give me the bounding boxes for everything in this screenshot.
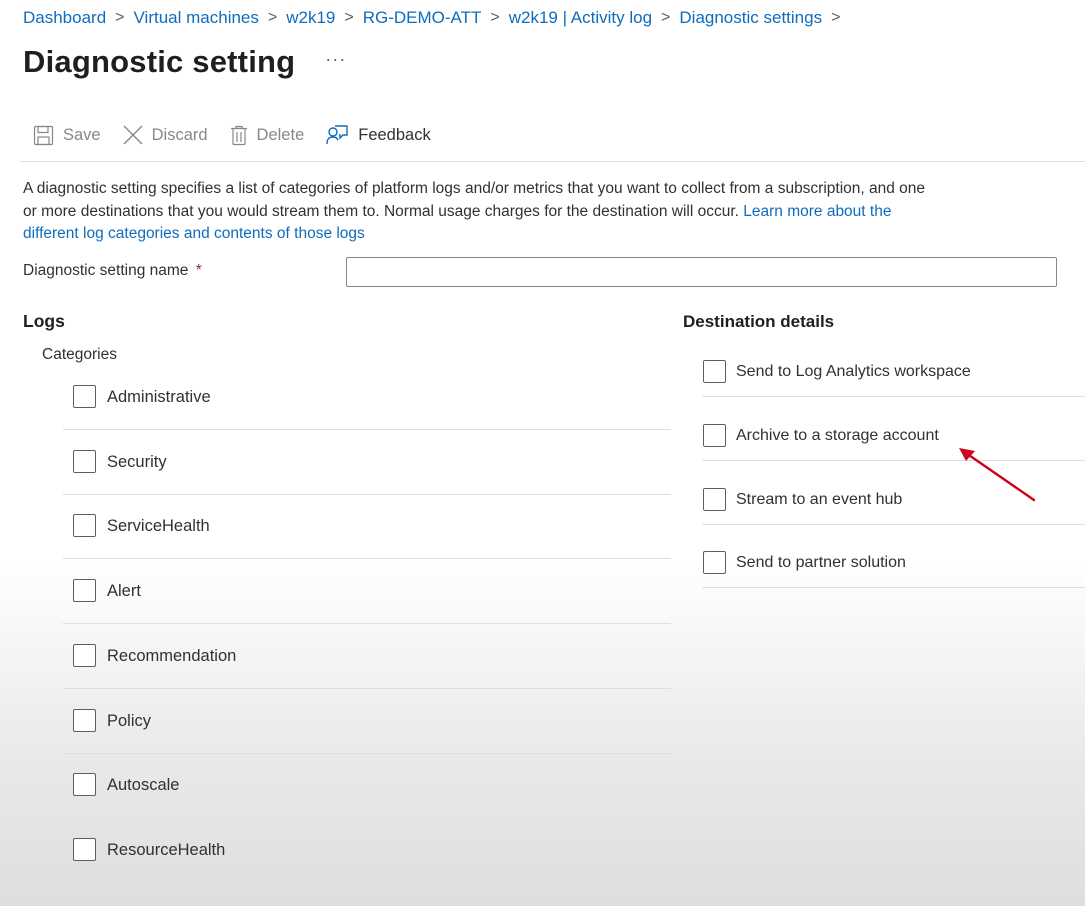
discard-button[interactable]: Discard — [123, 125, 208, 145]
category-label: Security — [107, 452, 167, 471]
categories-label: Categories — [42, 346, 117, 363]
row-divider — [63, 881, 671, 883]
feedback-icon — [326, 125, 348, 145]
row-divider — [702, 523, 1085, 525]
destination-checkbox[interactable] — [703, 487, 726, 511]
category-checkbox[interactable] — [73, 837, 96, 861]
toolbar-divider — [20, 161, 1085, 162]
chevron-right-icon: > — [115, 9, 125, 26]
breadcrumb-virtual-machines[interactable]: Virtual machines — [134, 8, 259, 28]
setting-name-label: Diagnostic setting name * — [23, 262, 202, 280]
feedback-button[interactable]: Feedback — [326, 124, 431, 146]
row-divider — [702, 396, 1085, 397]
category-label: Administrative — [107, 388, 211, 406]
chevron-right-icon: > — [490, 9, 500, 26]
category-row[interactable]: Recommendation — [0, 624, 700, 689]
destination-row[interactable]: Send to Log Analytics workspace — [702, 340, 1085, 404]
trash-icon — [230, 125, 247, 145]
breadcrumb-diagnostic-settings[interactable]: Diagnostic settings — [679, 8, 822, 28]
close-icon — [123, 125, 143, 145]
destination-label: Send to partner solution — [736, 554, 906, 572]
category-label: ResourceHealth — [107, 840, 226, 859]
setting-name-label-text: Diagnostic setting name — [23, 262, 189, 279]
required-marker: * — [195, 262, 202, 279]
category-row[interactable]: Autoscale — [0, 753, 700, 819]
category-row[interactable]: Policy — [0, 689, 700, 754]
save-button[interactable]: Save — [33, 125, 101, 146]
delete-label: Delete — [256, 125, 305, 144]
command-bar: Save Discard Delete Feedback — [33, 124, 453, 146]
chevron-right-icon: > — [344, 9, 354, 26]
breadcrumb-vm[interactable]: w2k19 — [286, 8, 335, 28]
destination-label: Stream to an event hub — [736, 490, 903, 508]
annotation-arrow — [959, 448, 1036, 502]
description: A diagnostic setting specifies a list of… — [23, 178, 933, 246]
destination-row[interactable]: Send to partner solution — [702, 531, 1085, 595]
title-row: Diagnostic setting ··· — [23, 44, 346, 80]
logs-heading: Logs — [23, 311, 65, 331]
chevron-right-icon: > — [267, 9, 278, 26]
category-label: Policy — [107, 711, 152, 730]
chevron-right-icon: > — [831, 9, 841, 26]
category-checkbox[interactable] — [73, 579, 96, 603]
destination-checkbox[interactable] — [703, 551, 726, 575]
destination-label: Send to Log Analytics workspace — [736, 363, 971, 380]
category-checkbox[interactable] — [73, 643, 96, 667]
row-divider — [702, 587, 1085, 589]
destination-checkbox[interactable] — [703, 423, 726, 447]
category-row[interactable]: ResourceHealth — [0, 818, 700, 883]
delete-button[interactable]: Delete — [230, 125, 305, 146]
category-label: ServiceHealth — [107, 517, 210, 536]
category-checkbox[interactable] — [73, 385, 96, 408]
breadcrumb: Dashboard > Virtual machines > w2k19 > R… — [23, 8, 849, 28]
category-label: Recommendation — [107, 646, 237, 665]
destination-label: Archive to a storage account — [736, 426, 939, 444]
breadcrumb-activity-log[interactable]: w2k19 | Activity log — [509, 8, 652, 28]
category-row[interactable]: Alert — [0, 559, 700, 625]
save-label: Save — [63, 125, 101, 144]
breadcrumb-dashboard[interactable]: Dashboard — [23, 8, 106, 28]
category-label: Alert — [107, 582, 141, 601]
category-checkbox[interactable] — [73, 514, 96, 538]
save-icon — [33, 125, 54, 145]
destination-heading: Destination details — [683, 312, 835, 331]
category-row[interactable]: ServiceHealth — [0, 494, 700, 560]
category-label: Autoscale — [107, 776, 180, 795]
feedback-label: Feedback — [358, 125, 431, 144]
breadcrumb-resource-group[interactable]: RG-DEMO-ATT — [363, 8, 482, 28]
category-checkbox[interactable] — [73, 708, 96, 732]
category-checkbox[interactable] — [73, 449, 96, 473]
discard-label: Discard — [151, 125, 208, 144]
destination-checkbox[interactable] — [703, 360, 726, 383]
page-title: Diagnostic setting — [23, 44, 296, 79]
category-row[interactable]: Administrative — [0, 365, 700, 430]
category-checkbox[interactable] — [73, 773, 96, 797]
setting-name-input[interactable] — [346, 257, 1057, 287]
more-options-icon[interactable]: ··· — [325, 49, 346, 70]
category-row[interactable]: Security — [0, 430, 700, 495]
chevron-right-icon: > — [661, 9, 671, 26]
